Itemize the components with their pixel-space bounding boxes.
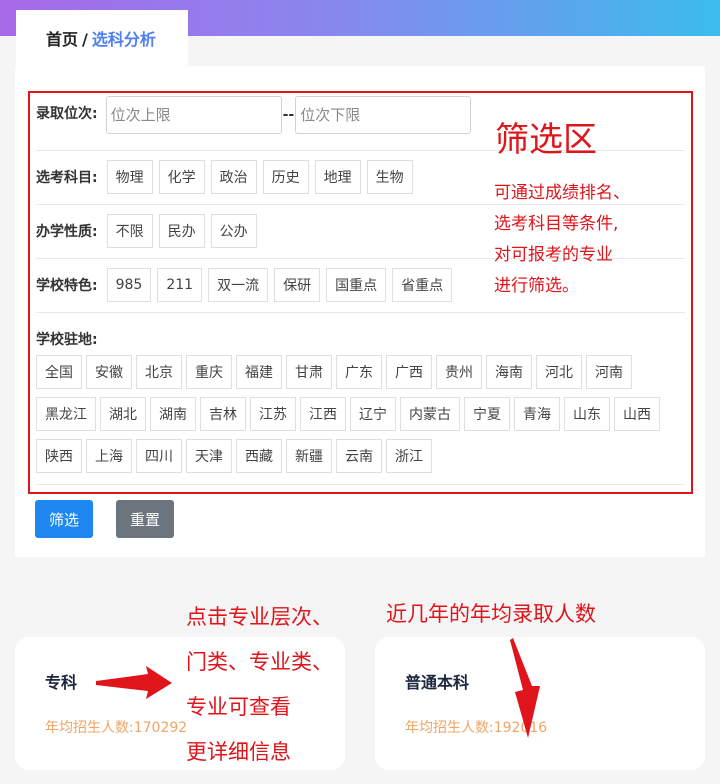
- major-level-card-benke[interactable]: 普通本科 年均招生人数:192016: [375, 637, 705, 770]
- stat-value: 170292: [133, 720, 188, 736]
- breadcrumb-home-link[interactable]: 首页: [46, 30, 78, 49]
- annotation-line: 门类、专业类、: [186, 650, 333, 674]
- annotation-line: 对可报考的专业: [494, 245, 613, 265]
- annotation-line: 选考科目等条件,: [494, 214, 619, 234]
- breadcrumb-current: 选科分析: [91, 30, 156, 49]
- filter-button[interactable]: 筛选: [35, 500, 93, 538]
- stat-value: 192016: [493, 720, 548, 736]
- card-title: 普通本科: [405, 673, 470, 692]
- card-stat: 年均招生人数:170292: [45, 717, 187, 737]
- filter-area-annotation-desc: 可通过成绩排名、 选考科目等条件, 对可报考的专业 进行筛选。: [494, 178, 630, 302]
- annotation-line: 进行筛选。: [494, 276, 579, 296]
- stat-label: 年均招生人数:: [45, 720, 134, 736]
- breadcrumb-separator: /: [82, 30, 88, 49]
- filter-area-annotation-title: 筛选区: [495, 120, 597, 160]
- card-title: 专科: [45, 673, 78, 692]
- annotation-line: 可通过成绩排名、: [494, 183, 630, 203]
- click-hint-annotation: 点击专业层次、 门类、专业类、 专业可查看 更详细信息: [186, 595, 333, 775]
- stat-label: 年均招生人数:: [405, 720, 494, 736]
- card-stat: 年均招生人数:192016: [405, 717, 547, 737]
- annotation-line: 更详细信息: [186, 740, 291, 764]
- average-admission-annotation: 近几年的年均录取人数: [386, 602, 596, 626]
- annotation-line: 点击专业层次、: [186, 605, 333, 629]
- breadcrumb: 首页 / 选科分析: [16, 10, 188, 66]
- reset-button[interactable]: 重置: [116, 500, 174, 538]
- annotation-line: 专业可查看: [186, 695, 291, 719]
